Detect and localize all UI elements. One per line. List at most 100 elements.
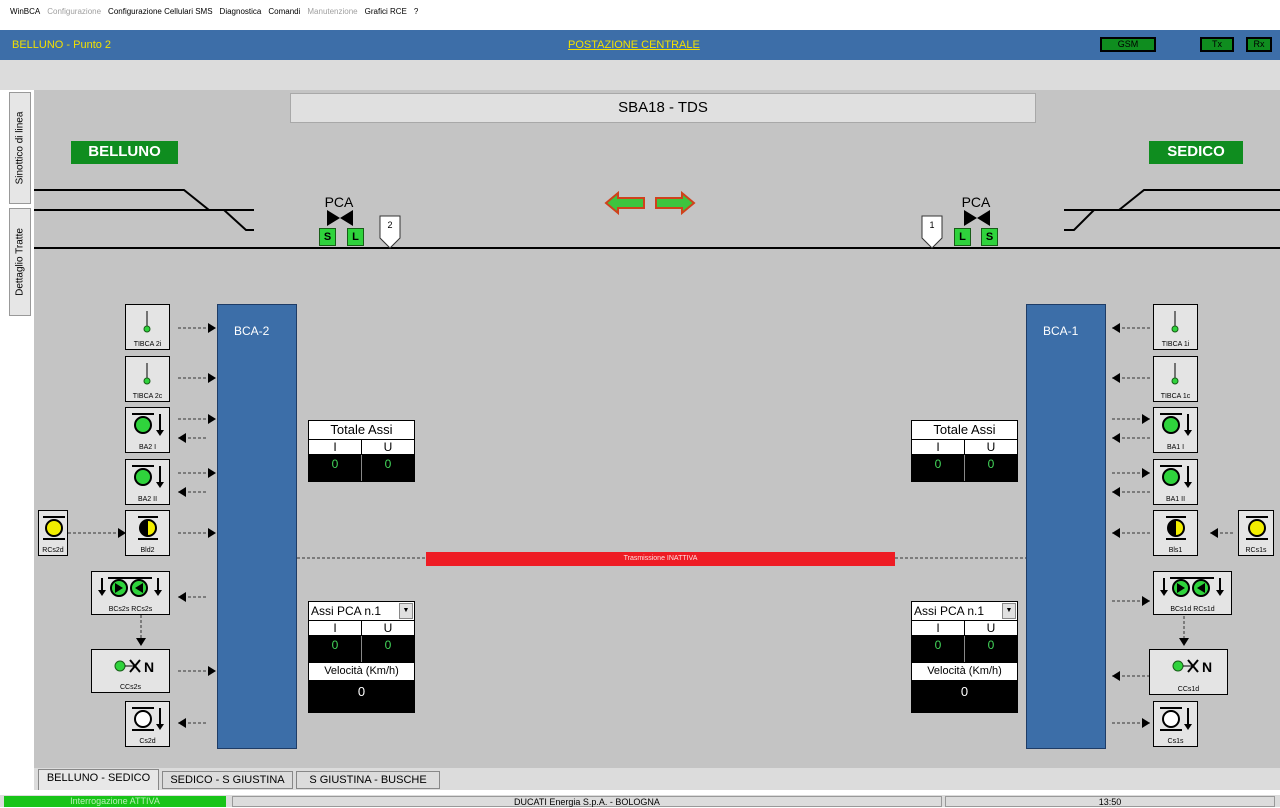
device-ba2-i-label: BA2 I xyxy=(138,444,157,451)
device-cs2d-label: Cs2d xyxy=(139,738,156,745)
double-signal-icon xyxy=(98,577,162,597)
assi-pca-right-panel: Assi PCA n.1 ▼ I U 0 0 Velocità (Km/h) 0 xyxy=(911,601,1018,713)
assi-pca-left-select[interactable]: Assi PCA n.1 ▼ xyxy=(308,601,415,621)
device-rcs2d-label: RCs2d xyxy=(42,547,64,554)
device-cs1s[interactable]: Cs1s xyxy=(1153,701,1198,747)
device-tibca-1c-label: TIBCA 1c xyxy=(1160,393,1191,400)
pca-left-s: S xyxy=(319,228,336,246)
assi-pca-right-select-value: Assi PCA n.1 xyxy=(914,604,985,618)
signal-half-yellow-icon xyxy=(138,516,158,540)
device-ba1-ii-label: BA1 II xyxy=(1165,496,1186,503)
menu-manutenzione[interactable]: Manutenzione xyxy=(307,7,357,16)
device-ba1-ii[interactable]: BA1 II xyxy=(1153,459,1198,505)
chevron-down-icon[interactable]: ▼ xyxy=(399,603,413,619)
rx-indicator: Rx xyxy=(1246,37,1272,52)
tibca-sensor-icon xyxy=(143,311,151,333)
totale-assi-right-i-value: 0 xyxy=(912,455,965,481)
header-bar: BELLUNO - Punto 2 POSTAZIONE CENTRALE GS… xyxy=(0,30,1280,60)
assi-pca-left-speed-value: 0 xyxy=(308,681,415,713)
menu-configurazione-cellulari-sms[interactable]: Configurazione Cellulari SMS xyxy=(108,7,213,16)
svg-text:N: N xyxy=(1202,659,1212,675)
device-ccs1d-label: CCs1d xyxy=(1177,686,1200,693)
device-bcs2s-label: BCs2s RCs2s xyxy=(108,606,153,613)
pca-left-valve-icon xyxy=(327,210,353,226)
device-tibca-2i[interactable]: TIBCA 2i xyxy=(125,304,170,350)
tibca-sensor-icon xyxy=(1171,311,1179,333)
tx-indicator: Tx xyxy=(1200,37,1234,52)
bca-2-block[interactable]: BCA-2 xyxy=(217,304,297,749)
device-tibca-2c-label: TIBCA 2c xyxy=(132,393,163,400)
menu-configurazione[interactable]: Configurazione xyxy=(47,7,101,16)
device-ba2-i[interactable]: BA2 I xyxy=(125,407,170,453)
assi-pca-right-speed-label: Velocità (Km/h) xyxy=(911,663,1018,681)
pca-left-number: 2 xyxy=(387,220,393,230)
signal-green-icon xyxy=(132,413,164,436)
tab-s-giustina-busche[interactable]: S GIUSTINA - BUSCHE xyxy=(296,771,440,789)
tab-sedico-s-giustina[interactable]: SEDICO - S GIUSTINA xyxy=(162,771,293,789)
device-rcs2d[interactable]: RCs2d xyxy=(38,510,68,556)
menu-help[interactable]: ? xyxy=(414,7,418,16)
pca-right-s: S xyxy=(981,228,998,246)
device-tibca-1c[interactable]: TIBCA 1c xyxy=(1153,356,1198,402)
device-bls1-label: Bls1 xyxy=(1168,547,1183,554)
pca-left-label: PCA xyxy=(324,194,354,210)
device-bls1[interactable]: Bls1 xyxy=(1153,510,1198,556)
clock: 13:50 xyxy=(945,796,1275,807)
menu-winbca[interactable]: WinBCA xyxy=(10,7,40,16)
menu-diagnostica[interactable]: Diagnostica xyxy=(220,7,262,16)
totale-assi-right-title: Totale Assi xyxy=(911,420,1018,440)
device-ccs1d[interactable]: N CCs1d xyxy=(1149,649,1228,695)
device-ba1-i-label: BA1 I xyxy=(1166,444,1185,451)
signal-green-icon xyxy=(1160,413,1192,436)
totale-assi-right-panel: Totale Assi I U 0 0 xyxy=(911,420,1018,482)
device-ccs2s[interactable]: N CCs2s xyxy=(91,649,170,693)
tab-belluno-sedico[interactable]: BELLUNO - SEDICO xyxy=(38,769,159,790)
assi-pca-right-select[interactable]: Assi PCA n.1 ▼ xyxy=(911,601,1018,621)
device-bld2-label: Bld2 xyxy=(140,547,155,554)
device-ba2-ii[interactable]: BA2 II xyxy=(125,459,170,505)
chevron-down-icon[interactable]: ▼ xyxy=(1002,603,1016,619)
direction-arrows-icon xyxy=(604,190,696,216)
totale-assi-right-u-value: 0 xyxy=(987,457,995,471)
section-tabs: BELLUNO - SEDICO SEDICO - S GIUSTINA S G… xyxy=(34,768,1280,790)
totale-assi-left-title: Totale Assi xyxy=(308,420,415,440)
totale-assi-left-i-header: I xyxy=(309,440,362,454)
totale-assi-left-i-value: 0 xyxy=(309,455,362,481)
device-tibca-1i-label: TIBCA 1i xyxy=(1161,341,1190,348)
company-label: DUCATI Energia S.p.A. - BOLOGNA xyxy=(232,796,942,807)
transmission-status-bar: Trasmissione INATTIVA xyxy=(426,552,895,566)
switch-signal-icon: N xyxy=(114,659,154,675)
signal-green-icon xyxy=(132,465,164,488)
device-bcs2s-rcs2s[interactable]: BCs2s RCs2s xyxy=(91,571,170,615)
assi-pca-left-u-value: 0 xyxy=(384,638,392,652)
device-bcs1d-rcs1d[interactable]: BCs1d RCs1d xyxy=(1153,571,1232,615)
svg-text:N: N xyxy=(144,659,154,675)
assi-pca-right-i-value: 0 xyxy=(912,636,965,662)
assi-pca-left-speed-label: Velocità (Km/h) xyxy=(308,663,415,681)
menu-grafici-rce[interactable]: Grafici RCE xyxy=(365,7,407,16)
signal-yellow-icon xyxy=(1246,516,1268,540)
tab-dettaglio-tratte[interactable]: Dettaglio Tratte xyxy=(9,208,31,316)
device-bld2[interactable]: Bld2 xyxy=(125,510,170,556)
device-cs2d[interactable]: Cs2d xyxy=(125,701,170,747)
tab-sinottico-label: Sinottico di linea xyxy=(14,111,26,185)
menu-comandi[interactable]: Comandi xyxy=(268,7,300,16)
signal-yellow-icon xyxy=(43,516,65,540)
device-tibca-1i[interactable]: TIBCA 1i xyxy=(1153,304,1198,350)
tibca-sensor-icon xyxy=(143,363,151,385)
page-title[interactable]: POSTAZIONE CENTRALE xyxy=(568,39,700,51)
tab-sinottico-di-linea[interactable]: Sinottico di linea xyxy=(9,92,31,204)
device-tibca-2c[interactable]: TIBCA 2c xyxy=(125,356,170,402)
device-rcs1s-label: RCs1s xyxy=(1245,547,1267,554)
device-ba1-i[interactable]: BA1 I xyxy=(1153,407,1198,453)
bca-1-block[interactable]: BCA-1 xyxy=(1026,304,1106,749)
toolbar-strip xyxy=(0,60,1280,90)
pca-right-label: PCA xyxy=(961,194,991,210)
device-tibca-2i-label: TIBCA 2i xyxy=(133,341,162,348)
switch-signal-icon: N xyxy=(1172,659,1212,675)
device-rcs1s[interactable]: RCs1s xyxy=(1238,510,1274,556)
signal-white-icon xyxy=(1160,707,1192,731)
assi-pca-left-panel: Assi PCA n.1 ▼ I U 0 0 Velocità (Km/h) 0 xyxy=(308,601,415,713)
assi-pca-left-i-header: I xyxy=(309,621,362,635)
totale-assi-left-panel: Totale Assi I U 0 0 xyxy=(308,420,415,482)
